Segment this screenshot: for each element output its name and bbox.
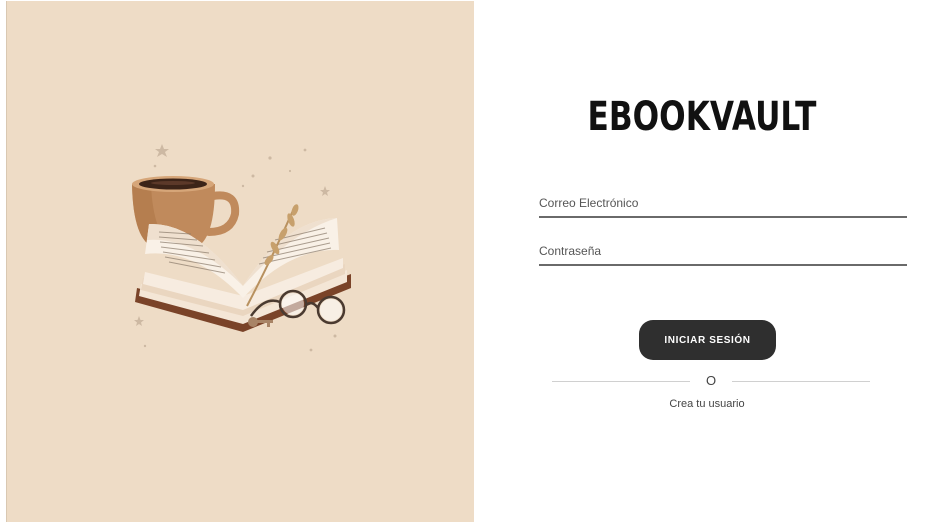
book-coffee-glasses-illustration — [132, 144, 351, 352]
create-account-link[interactable]: Crea tu usuario — [474, 398, 930, 410]
or-divider: O — [552, 373, 870, 391]
divider-line-right — [732, 381, 870, 382]
app-title: EBOOKVAULT — [587, 94, 817, 140]
login-button[interactable]: INICIAR SESIÓN — [639, 320, 776, 360]
email-input[interactable] — [539, 192, 907, 214]
login-panel: EBOOKVAULT INICIAR SESIÓN O Crea tu usua… — [474, 0, 930, 522]
illustration-panel — [6, 1, 474, 522]
email-field-container — [539, 192, 907, 218]
login-page: EBOOKVAULT INICIAR SESIÓN O Crea tu usua… — [0, 0, 930, 522]
password-field-container — [539, 240, 907, 266]
password-input[interactable] — [539, 240, 907, 262]
